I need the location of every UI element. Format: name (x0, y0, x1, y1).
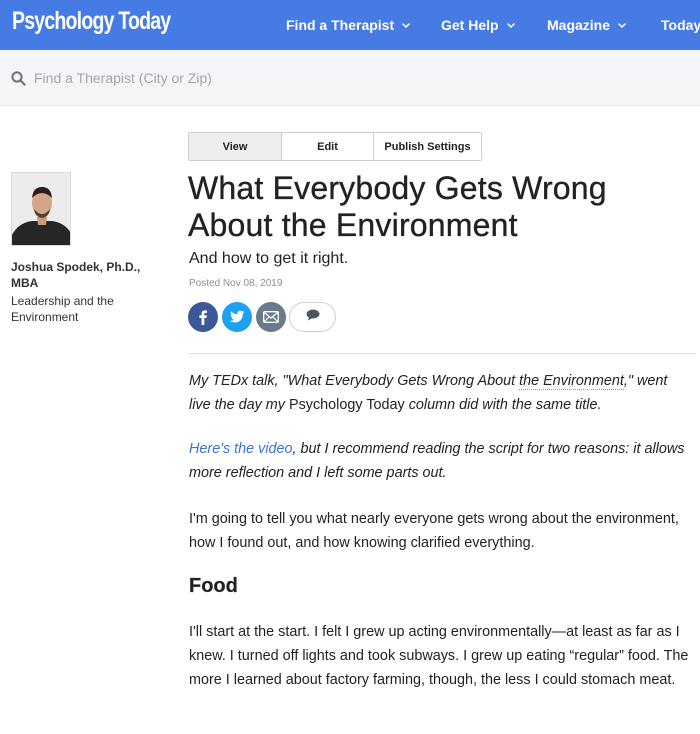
therapist-search-bar (0, 50, 700, 106)
author-photo (12, 173, 70, 245)
nav-find-a-therapist[interactable]: Find a Therapist (286, 0, 411, 50)
search-icon[interactable] (11, 71, 26, 86)
video-link[interactable]: Here's the video (189, 441, 293, 457)
article-divider (188, 353, 696, 354)
nav-get-help[interactable]: Get Help (441, 0, 516, 50)
inline-term-link[interactable]: the Environment (519, 373, 624, 390)
author-blog-title[interactable]: Leadership and the Environment (11, 293, 161, 325)
twitter-icon (229, 310, 245, 324)
chevron-down-icon (617, 20, 627, 30)
nav-label: Magazine (547, 17, 611, 33)
article-paragraph-4: I'll start at the start. I felt I grew u… (189, 624, 689, 688)
search-input[interactable] (34, 66, 434, 90)
editor-tabs: View Edit Publish Settings (188, 132, 482, 161)
article-title: What Everybody Gets Wrong About the Envi… (188, 170, 607, 243)
author-avatar[interactable] (11, 172, 71, 246)
nav-magazine[interactable]: Magazine (547, 0, 627, 50)
share-twitter-button[interactable] (222, 302, 252, 332)
tab-publish-settings[interactable]: Publish Settings (374, 133, 481, 160)
nav-label: Get Help (441, 17, 499, 33)
comment-icon (306, 308, 320, 326)
nav-label: Find a Therapist (286, 17, 395, 33)
posted-date: Posted Nov 08, 2019 (189, 278, 283, 289)
article-paragraph-1: My TEDx talk, "What Everybody Gets Wrong… (189, 373, 668, 413)
chevron-down-icon (401, 20, 411, 30)
section-heading: Food (189, 575, 238, 597)
article-paragraph-3: I'm going to tell you what nearly everyo… (189, 511, 679, 551)
article-subtitle: And how to get it right. (189, 250, 349, 267)
comment-button[interactable] (289, 302, 336, 332)
author-name[interactable]: Joshua Spodek, Ph.D., MBA (11, 259, 161, 291)
publication-name: Psychology Today (288, 397, 405, 413)
share-facebook-button[interactable] (188, 302, 218, 332)
article-paragraph-2: Here's the video, but I recommend readin… (189, 441, 685, 481)
site-logo[interactable]: Psychology Today (12, 6, 171, 36)
share-email-button[interactable] (256, 302, 286, 332)
top-nav-bar: Psychology Today Find a Therapist Get He… (0, 0, 700, 50)
chevron-down-icon (506, 20, 516, 30)
nav-label: Today (661, 17, 700, 33)
nav-today[interactable]: Today (661, 0, 700, 50)
tab-view[interactable]: View (189, 133, 282, 160)
tab-edit[interactable]: Edit (282, 133, 374, 160)
facebook-icon (196, 309, 210, 325)
email-icon (263, 311, 279, 323)
